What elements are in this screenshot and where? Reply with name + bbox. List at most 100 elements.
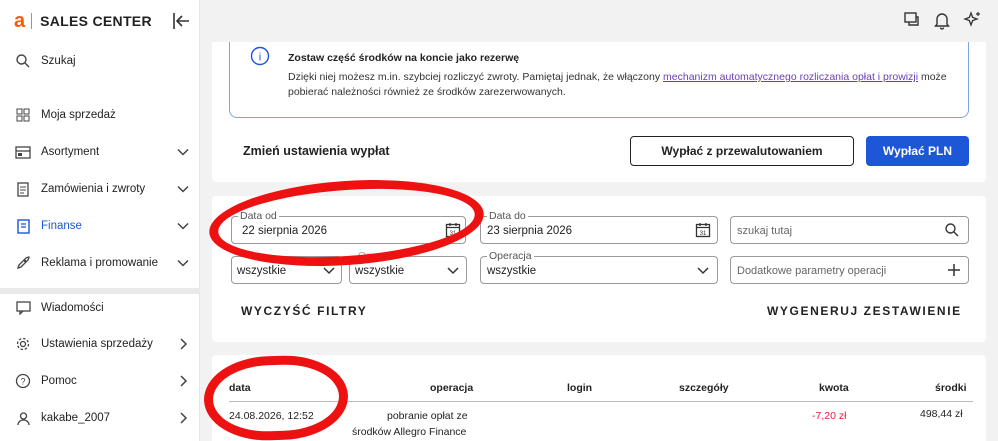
rocket-icon	[14, 254, 32, 272]
sidebar-item-orders[interactable]: Zamówienia i zwroty	[0, 174, 200, 204]
generate-report-button[interactable]: WYGENERUJ ZESTAWIENIE	[767, 304, 962, 318]
message-icon	[14, 299, 32, 317]
sidebar: a SALES CENTER Szukaj Moja sprzedaż Asor…	[0, 0, 200, 441]
extra-params-placeholder: Dodatkowe parametry operacji	[737, 265, 887, 277]
sidebar-item-label: Reklama i promowanie	[41, 257, 158, 269]
sidebar-item-advertising[interactable]: Reklama i promowanie	[0, 248, 200, 278]
chevron-down-icon	[697, 267, 709, 275]
finance-icon	[14, 217, 32, 235]
operation-label: Operacja	[487, 250, 534, 262]
info-icon: i	[250, 46, 270, 66]
sidebar-item-sales-settings[interactable]: Ustawienia sprzedaży	[0, 329, 200, 359]
chat-icon[interactable]	[902, 10, 922, 30]
box-icon	[14, 143, 32, 161]
sidebar-item-label: Ustawienia sprzedaży	[41, 338, 153, 350]
payout-settings-title[interactable]: Zmień ustawienia wypłat	[243, 144, 390, 158]
operator-select[interactable]: Operator wszystkie	[349, 250, 467, 284]
allegro-logo: a	[14, 10, 26, 32]
chevron-down-icon	[447, 267, 459, 275]
chevron-down-icon	[177, 185, 189, 193]
sidebar-item-search[interactable]: Szukaj	[0, 46, 200, 76]
column-header-operation: operacja	[430, 382, 474, 394]
svg-text:31: 31	[450, 231, 457, 237]
chevron-right-icon	[180, 412, 188, 424]
sidebar-item-label: Szukaj	[41, 55, 76, 67]
auto-settlement-link[interactable]: mechanizm automatycznego rozliczania opł…	[663, 71, 918, 83]
grid-icon	[14, 106, 32, 124]
info-body-start: Dzięki niej możesz m.in. szybciej rozlic…	[288, 71, 664, 83]
svg-text:31: 31	[700, 231, 707, 237]
date-from-field[interactable]: Data od 22 sierpnia 2026 31	[231, 210, 466, 244]
sidebar-item-messages[interactable]: Wiadomości	[0, 293, 200, 323]
column-header-amount: kwota	[819, 382, 849, 394]
calendar-icon[interactable]: 31	[695, 222, 711, 238]
column-header-details: szczegóły	[679, 382, 729, 394]
sidebar-item-label: kakabe_2007	[41, 412, 111, 424]
sidebar-item-label: Wiadomości	[41, 302, 104, 314]
column-header-funds: środki	[935, 382, 967, 394]
date-from-value: 22 sierpnia 2026	[242, 225, 328, 237]
search-placeholder: szukaj tutaj	[737, 225, 793, 237]
operator-label: Operator	[356, 250, 402, 262]
sidebar-item-finance[interactable]: Finanse	[0, 211, 200, 241]
calendar-icon[interactable]: 31	[445, 222, 461, 238]
sidebar-item-label: Pomoc	[41, 375, 77, 387]
document-icon	[14, 180, 32, 198]
column-header-date[interactable]: data	[229, 382, 251, 394]
plus-icon[interactable]	[946, 262, 962, 278]
clear-filters-button[interactable]: WYCZYŚĆ FILTRY	[241, 304, 367, 318]
collapse-sidebar-icon[interactable]	[170, 10, 192, 32]
gear-icon	[14, 335, 32, 353]
svg-text:?: ?	[20, 377, 25, 387]
search-input[interactable]: szukaj tutaj	[730, 216, 969, 244]
search-icon	[14, 52, 32, 70]
brand-logo[interactable]: a SALES CENTER	[14, 10, 152, 32]
operator-value: wszystkie	[355, 265, 405, 277]
operations-table: data operacja login szczegóły kwota środ…	[212, 355, 986, 441]
help-icon: ?	[14, 372, 32, 390]
withdraw-with-conversion-button[interactable]: Wypłać z przewalutowaniem	[630, 136, 854, 166]
search-icon[interactable]	[944, 222, 960, 238]
filter-select-1-value: wszystkie	[237, 265, 287, 277]
row-operation-line2: środków Allegro Finance	[352, 426, 467, 438]
column-header-login: login	[567, 382, 593, 394]
bell-icon[interactable]	[932, 10, 952, 30]
filters-card: Data od 22 sierpnia 2026 31 Data do 23 s…	[212, 196, 986, 342]
brand-name: SALES CENTER	[40, 13, 152, 29]
chevron-down-icon	[177, 259, 189, 267]
filter-select-1[interactable]: wszystkie	[231, 256, 342, 284]
sidebar-item-label: Finanse	[41, 220, 82, 232]
sidebar-item-account[interactable]: kakabe_2007	[0, 403, 200, 433]
user-icon	[14, 409, 32, 427]
info-title: Zostaw część środków na koncie jako reze…	[288, 52, 520, 64]
sidebar-item-my-sales[interactable]: Moja sprzedaż	[0, 100, 200, 130]
brand-separator	[31, 13, 33, 29]
row-operation-line1: pobranie opłat ze	[387, 410, 468, 422]
date-from-label: Data od	[238, 210, 279, 222]
chevron-right-icon	[180, 338, 188, 350]
sidebar-item-assortment[interactable]: Asortyment	[0, 137, 200, 167]
row-date: 24.08.2026, 12:52	[229, 410, 314, 422]
extra-params-field[interactable]: Dodatkowe parametry operacji	[730, 256, 969, 284]
sidebar-item-help[interactable]: ? Pomoc	[0, 366, 200, 396]
row-amount: -7,20 zł	[812, 410, 847, 422]
chevron-down-icon	[177, 148, 189, 156]
reserve-info-box: i Zostaw część środków na koncie jako re…	[229, 42, 969, 118]
svg-text:i: i	[259, 52, 261, 64]
chevron-right-icon	[180, 375, 188, 387]
payout-card: i Zostaw część środków na koncie jako re…	[212, 42, 986, 182]
sparkle-icon[interactable]	[962, 10, 982, 30]
date-to-label: Data do	[487, 210, 528, 222]
date-to-value: 23 sierpnia 2026	[487, 225, 573, 237]
sidebar-item-label: Zamówienia i zwroty	[41, 183, 146, 195]
chevron-down-icon	[323, 267, 335, 275]
operation-value: wszystkie	[487, 265, 537, 277]
operation-select[interactable]: Operacja wszystkie	[480, 250, 718, 284]
withdraw-pln-button[interactable]: Wypłać PLN	[866, 136, 969, 166]
table-header-divider	[229, 401, 973, 402]
chevron-down-icon	[177, 222, 189, 230]
date-to-field[interactable]: Data do 23 sierpnia 2026 31	[480, 210, 718, 244]
row-funds: 498,44 zł	[920, 408, 963, 420]
sidebar-item-label: Moja sprzedaż	[41, 109, 116, 121]
info-body: Dzięki niej możesz m.in. szybciej rozlic…	[288, 70, 958, 100]
